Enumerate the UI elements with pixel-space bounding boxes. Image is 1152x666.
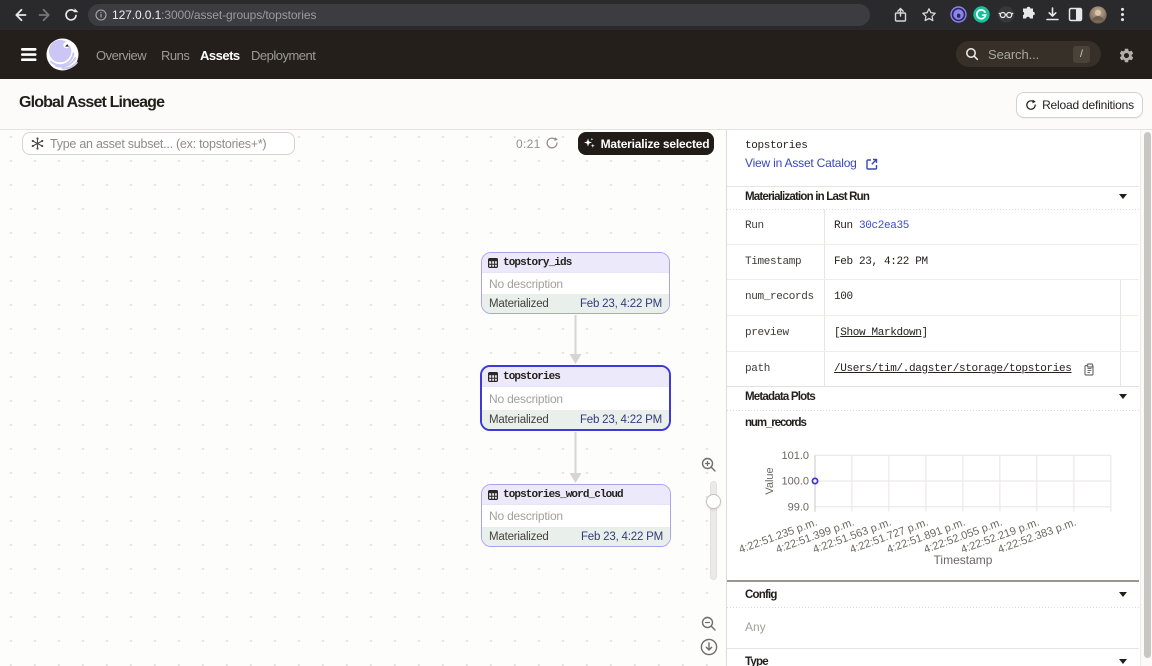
svg-text:99.0: 99.0 (788, 501, 809, 513)
svg-text:Value: Value (764, 467, 776, 494)
svg-text:101.0: 101.0 (781, 450, 809, 462)
svg-text:Timestamp: Timestamp (934, 553, 993, 567)
svg-text:100.0: 100.0 (781, 476, 809, 488)
